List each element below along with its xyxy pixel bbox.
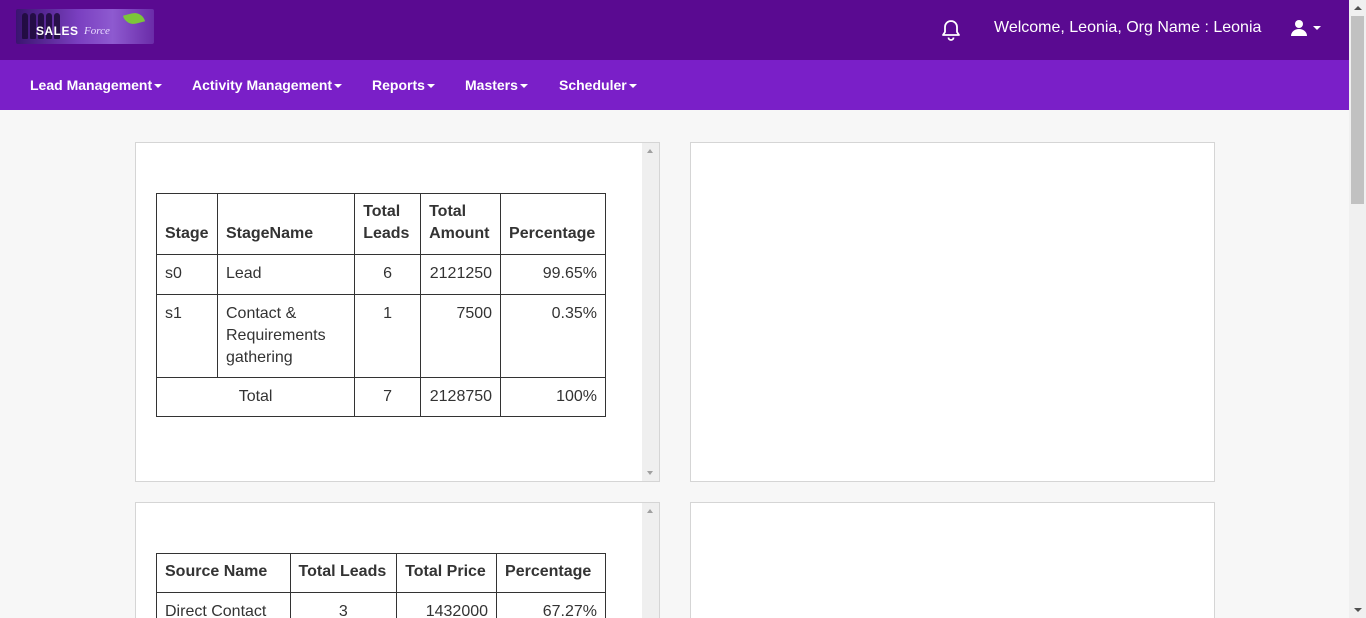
cell-total-percentage: 100% <box>500 377 606 417</box>
column-header-total-amount: Total Amount <box>420 193 502 255</box>
cell-stage-name: Contact & Requirements gathering <box>216 294 356 378</box>
nav-lead-management-label: Lead Management <box>30 77 153 93</box>
cell-total-amount: 2121250 <box>420 254 502 295</box>
page-scrollbar[interactable] <box>1349 0 1366 618</box>
cell-total-amount: 7500 <box>420 294 502 378</box>
salesforce-logo[interactable]: SALES Force <box>16 9 154 44</box>
table-header-row: Stage StageName Total Leads Total Amount… <box>156 193 606 255</box>
table-row: Direct Contact 3 1432000 67.27% <box>156 592 606 618</box>
chevron-down-icon <box>1313 26 1321 30</box>
nav-scheduler[interactable]: Scheduler <box>559 77 637 93</box>
main-navbar: Lead Management Activity Management Repo… <box>0 60 1349 110</box>
nav-reports-label: Reports <box>372 77 425 93</box>
cell-total-leads: 6 <box>354 254 422 295</box>
column-header-total-leads: Total Leads <box>289 553 398 593</box>
table-row: s1 Contact & Requirements gathering 1 75… <box>156 294 606 378</box>
cell-stage: s0 <box>156 254 218 295</box>
column-header-percentage: Percentage <box>500 193 606 255</box>
logo-brand-script-text: Force <box>84 25 110 37</box>
nav-reports[interactable]: Reports <box>372 77 435 93</box>
table-header-row: Source Name Total Leads Total Price Perc… <box>156 553 606 593</box>
cell-total-amount: 2128750 <box>420 377 502 417</box>
column-header-stage: Stage <box>156 193 218 255</box>
column-header-stagename: StageName <box>216 193 356 255</box>
cell-percentage: 67.27% <box>496 592 606 618</box>
nav-activity-management[interactable]: Activity Management <box>192 77 343 93</box>
scroll-down-icon[interactable] <box>1354 608 1362 612</box>
top-header: SALES Force Welcome, Leonia, Org Name : … <box>0 0 1349 60</box>
chevron-down-icon <box>154 84 163 89</box>
chart-panel-top <box>690 142 1215 482</box>
stage-report-panel: Stage StageName Total Leads Total Amount… <box>135 142 660 482</box>
scroll-down-icon[interactable] <box>647 471 653 475</box>
column-header-total-leads: Total Leads <box>354 193 422 255</box>
cell-percentage: 99.65% <box>500 254 606 295</box>
user-menu-button[interactable] <box>1290 17 1322 39</box>
nav-lead-management[interactable]: Lead Management <box>30 77 163 93</box>
scrollbar-thumb[interactable] <box>1351 16 1364 204</box>
column-header-source-name: Source Name <box>156 553 291 593</box>
nav-masters-label: Masters <box>465 77 518 93</box>
column-header-percentage: Percentage <box>496 553 606 593</box>
column-header-total-price: Total Price <box>396 553 498 593</box>
scroll-up-icon[interactable] <box>1354 6 1362 10</box>
cell-source-name: Direct Contact <box>156 592 291 618</box>
table-total-row: Total 7 2128750 100% <box>155 377 606 417</box>
bell-icon[interactable] <box>939 18 963 42</box>
logo-brand-text: SALES <box>36 24 79 38</box>
chevron-down-icon <box>426 84 435 89</box>
chevron-down-icon <box>628 84 637 89</box>
cell-total-leads: 3 <box>289 592 398 618</box>
nav-scheduler-label: Scheduler <box>559 77 627 93</box>
welcome-text: Welcome, Leonia, Org Name : Leonia <box>994 19 1262 36</box>
cell-total-label: Total <box>155 377 356 417</box>
cell-percentage: 0.35% <box>500 294 606 378</box>
source-table: Source Name Total Leads Total Price Perc… <box>156 553 606 618</box>
cell-stage-name: Lead <box>216 254 356 295</box>
stage-table: Stage StageName Total Leads Total Amount… <box>155 193 606 417</box>
nav-masters[interactable]: Masters <box>465 77 528 93</box>
table-row: s0 Lead 6 2121250 99.65% <box>156 254 606 295</box>
scroll-up-icon[interactable] <box>647 149 653 153</box>
logo-leaf-icon <box>122 10 146 27</box>
cell-stage: s1 <box>156 294 218 378</box>
panel-scrollbar[interactable] <box>642 143 659 481</box>
chevron-down-icon <box>519 84 528 89</box>
scroll-up-icon[interactable] <box>647 509 653 513</box>
cell-total-price: 1432000 <box>396 592 498 618</box>
chart-panel-bottom <box>690 502 1215 618</box>
user-icon <box>1291 20 1307 36</box>
chevron-down-icon <box>334 84 343 89</box>
panel-scrollbar[interactable] <box>642 503 659 618</box>
cell-total-leads: 7 <box>354 377 422 417</box>
nav-activity-management-label: Activity Management <box>192 77 333 93</box>
cell-total-leads: 1 <box>354 294 422 378</box>
source-report-panel: Source Name Total Leads Total Price Perc… <box>135 502 660 618</box>
